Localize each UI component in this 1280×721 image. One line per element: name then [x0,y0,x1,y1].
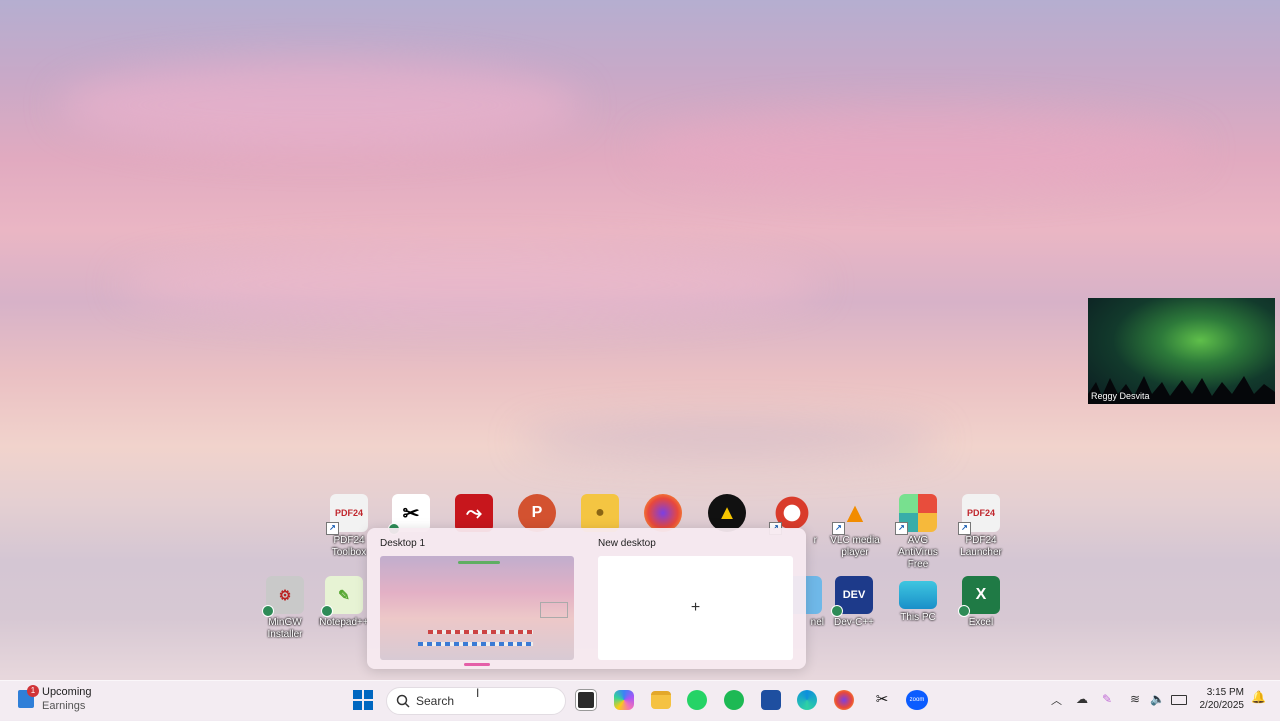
notepad-plus-icon: ✎ [321,576,363,617]
widget-subtitle: Earnings [42,700,86,712]
date-text: 2/20/2025 [1199,700,1245,711]
acrobat-icon: ⤳ [455,494,493,532]
task-view-icon[interactable] [576,690,596,710]
pdf24-icon: PDF24 ↗ [326,494,368,535]
desktop-icon-label: Notepad++ [319,617,369,628]
excel-icon: X [958,576,1000,617]
desktop-icon-label: VLC media player [830,535,880,558]
capcut-icon: ✂ [388,494,430,535]
desktop-icon-label: Excel [968,617,994,628]
desktop-icon-label: This PC [900,612,936,623]
notification-badge: 1 [27,685,39,697]
new-desktop-button[interactable]: + [598,556,793,660]
desktop-icon-mingw-installer[interactable]: ⚙ MinGW Installer [254,576,316,641]
ccleaner-icon: ↗ [769,494,811,535]
active-desktop-indicator [464,663,490,666]
notification-bell-icon[interactable]: 🔔 [1251,690,1266,704]
new-desktop-title: New desktop [598,538,656,549]
desktop-icon-notepad-plus[interactable]: ✎ Notepad++ [313,576,375,629]
whatsapp-icon[interactable] [687,690,707,710]
desktop-icon-capcut[interactable]: ✂ [380,494,442,535]
desktop-icon-pdf24-launcher[interactable]: PDF24 ↗ PDF24 Launcher [950,494,1012,559]
battery-icon[interactable] [1171,695,1187,705]
desktop-icon-avg[interactable]: ↗ AVG AntiVirus Free [887,494,949,571]
search-icon [396,694,410,708]
search-placeholder: Search [416,694,455,708]
desktop-1-title: Desktop 1 [380,538,426,549]
spotify-icon[interactable] [724,690,744,710]
ms-store-icon[interactable] [761,690,781,710]
desktop-icon-firefox[interactable] [632,494,694,532]
dev-cpp-icon: DEV [831,576,873,617]
text-cursor-icon: I [476,686,480,700]
widget-title: Upcoming [42,686,92,698]
widgets-button[interactable]: 1 Upcoming Earnings [16,685,96,714]
vlc-icon: ▲ ↗ [832,494,874,535]
powerpoint-icon: P [518,494,556,532]
plus-icon: + [690,599,701,616]
avg-icon: ↗ [895,494,937,535]
firefox-icon [644,494,682,532]
webcam-overlay: Reggy Desvita [1088,298,1275,404]
copilot-icon[interactable] [614,690,634,710]
cloud-icon[interactable]: ☁ [1076,692,1088,706]
wallpaper-cloud [120,250,820,320]
desktop-icon-label: MinGW Installer [267,617,303,640]
wallpaper-cloud [520,420,940,460]
mingw-installer-icon: ⚙ [262,576,304,617]
participant-name: Reggy Desvita [1091,391,1150,401]
desktop-icon-label: AVG AntiVirus Free [898,535,938,570]
desktop-icon-label: Dev-C++ [833,617,874,628]
clock[interactable]: 3:15 PM 2/20/2025 [1196,687,1245,711]
firefox-icon[interactable] [834,690,854,710]
desktop-icon-aimp[interactable]: ▲ [696,494,758,532]
desktop-icon-this-pc[interactable]: This PC [887,576,949,624]
user-folder-icon: ● [581,494,619,532]
desktop-icon-user-folder[interactable]: ● [569,494,631,532]
pdf24-icon: PDF24 ↗ [958,494,1000,535]
aimp-icon: ▲ [708,494,746,532]
desktop-icon-vlc[interactable]: ▲ ↗ VLC media player [824,494,886,559]
desktop-icon-label: PDF24 Launcher [960,535,1002,558]
desktop-icon-powerpoint[interactable]: P [506,494,568,532]
windows-start-icon[interactable] [353,690,373,710]
desktop-icon-dev-cpp[interactable]: DEV Dev-C++ [823,576,885,629]
edge-icon[interactable] [797,690,817,710]
time-text: 3:15 PM [1206,687,1244,698]
pen-icon[interactable]: ✎ [1102,692,1112,706]
desktop-icon-excel[interactable]: X Excel [950,576,1012,629]
wallpaper-cloud [60,60,580,150]
wallpaper-cloud [640,110,1200,190]
capcut-icon[interactable]: ✂ [872,690,892,710]
desktop-1-thumbnail[interactable] [380,556,574,660]
desktop-icon-acrobat[interactable]: ⤳ [443,494,505,532]
this-pc-icon [899,581,937,609]
volume-icon[interactable]: 🔈 [1150,692,1165,706]
task-view-panel: Desktop 1 New desktop + [367,528,806,669]
wifi-icon[interactable]: ≋ [1130,692,1140,706]
zoom-icon[interactable]: zoom [906,690,928,710]
file-explorer-icon[interactable] [651,691,671,709]
taskbar [0,680,1280,721]
show-hidden-icons-chevron-icon[interactable]: ︿ [1051,692,1062,708]
